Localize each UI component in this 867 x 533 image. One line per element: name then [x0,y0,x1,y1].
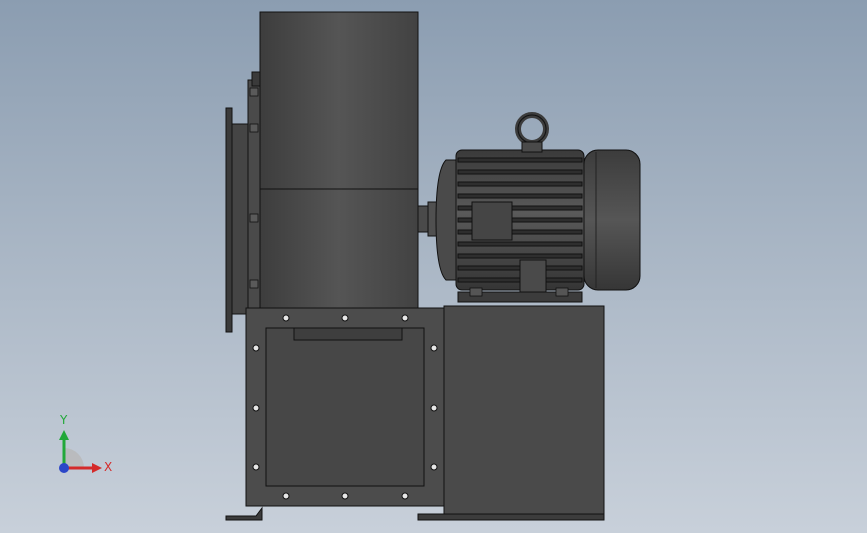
3d-viewport[interactable]: X Y [0,0,867,533]
triad-y-label: Y [59,413,68,427]
outlet-flange [245,307,445,507]
triad-x-label: X [104,460,112,474]
triad-x-arrow [92,463,102,473]
coordinate-triad[interactable]: X Y [44,410,124,480]
fan-housing [259,11,419,309]
inlet-flange [225,71,261,333]
motor [435,112,641,303]
fan-assembly-model[interactable] [0,0,867,533]
motor-base [417,305,605,521]
triad-y-arrow [59,430,69,440]
support-bracket [225,506,263,521]
triad-z-axis [59,463,69,473]
